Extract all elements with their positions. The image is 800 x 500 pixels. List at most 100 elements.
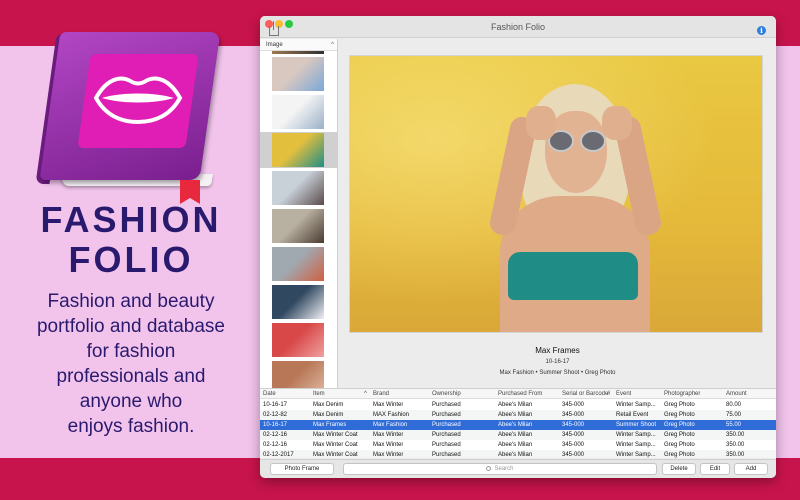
photo-thumbnail[interactable]: [272, 133, 324, 167]
add-button[interactable]: Add: [734, 463, 768, 475]
cell-photographer: Greg Photo: [664, 432, 695, 438]
thumbnail-row[interactable]: [260, 94, 337, 130]
photo-frame-button[interactable]: Photo Frame: [270, 463, 334, 475]
cell-item: Max Winter Coat: [313, 452, 358, 458]
cell-ownership: Purchased: [432, 432, 461, 438]
bottom-toolbar: Photo Frame Search Delete Edit Add: [260, 459, 776, 478]
cell-date: 10-16-17: [263, 402, 288, 408]
column-header-amount[interactable]: Amount: [726, 389, 747, 399]
cell-date: 02-12-82: [263, 412, 288, 418]
image-sidebar[interactable]: Image ^: [260, 39, 338, 407]
items-table[interactable]: Date Item ^ Brand Ownership Purchased Fr…: [260, 388, 776, 458]
promo-title-line: FOLIO: [68, 239, 194, 280]
cell-photographer: Greg Photo: [664, 442, 695, 448]
cell-brand: Max Fashion: [373, 422, 408, 428]
cell-photographer: Greg Photo: [664, 402, 695, 408]
cell-item: Max Winter Coat: [313, 432, 358, 438]
promo-title: FASHION FOLIO: [0, 200, 262, 280]
thumbnail-row[interactable]: [260, 170, 337, 206]
share-icon[interactable]: [269, 21, 279, 36]
cell-amount: 75.00: [726, 412, 742, 418]
title-bar[interactable]: Fashion Folio i: [260, 16, 776, 38]
table-row[interactable]: 10-16-17 Max Denim Max Winter Purchased Abee…: [260, 400, 776, 410]
cell-purchased-from: Abee's Milan: [498, 422, 533, 428]
edit-button[interactable]: Edit: [700, 463, 730, 475]
cell-purchased-from: Abee's Milan: [498, 402, 533, 408]
column-header-item[interactable]: Item: [313, 389, 325, 399]
photo-detail-area: Max Frames 10-16-17 Max Fashion • Summer…: [339, 39, 776, 407]
cell-serial: 345-000: [562, 422, 585, 428]
photo-thumbnail[interactable]: [272, 285, 324, 319]
cell-brand: Max Winter: [373, 452, 404, 458]
app-window: Fashion Folio i Image ^ Max Frames 10-16…: [260, 16, 776, 478]
photo-caption-date: 10-16-17: [545, 359, 570, 365]
thumbnail-row[interactable]: [260, 208, 337, 244]
photo-thumbnail[interactable]: [272, 209, 324, 243]
thumbnail-row[interactable]: [260, 284, 337, 320]
cell-photographer: Greg Photo: [664, 412, 695, 418]
cell-serial: 345-000: [562, 412, 585, 418]
sort-ascending-icon[interactable]: ^: [331, 39, 334, 51]
photo-thumbnail[interactable]: [272, 247, 324, 281]
cell-date: 02-12-2017: [263, 452, 294, 458]
cell-serial: 345-000: [562, 452, 585, 458]
cell-date: 02-12-16: [263, 442, 288, 448]
column-header-event[interactable]: Event: [616, 389, 631, 399]
cell-brand: MAX Fashion: [373, 412, 410, 418]
photo-thumbnail[interactable]: [272, 171, 324, 205]
thumbnail-row[interactable]: [260, 132, 337, 168]
partial-thumbnail[interactable]: [272, 51, 324, 54]
column-header-photographer[interactable]: Photographer: [664, 389, 700, 399]
photo-thumbnail[interactable]: [272, 95, 324, 129]
main-photo[interactable]: [349, 55, 763, 333]
photo-caption-meta: Max Fashion • Summer Shoot • Greg Photo: [499, 370, 616, 376]
cell-ownership: Purchased: [432, 452, 461, 458]
photo-thumbnail[interactable]: [272, 323, 324, 357]
cell-item: Max Winter Coat: [313, 442, 358, 448]
info-icon[interactable]: i: [757, 26, 766, 35]
thumbnail-row[interactable]: [260, 322, 337, 358]
cell-event: Winter Samp...: [616, 432, 656, 438]
table-row[interactable]: 02-12-82 Max Denim MAX Fashion Purchased Abe…: [260, 410, 776, 420]
cell-ownership: Purchased: [432, 412, 461, 418]
cell-photographer: Greg Photo: [664, 422, 695, 428]
search-placeholder: Search: [494, 466, 514, 472]
column-header-serial[interactable]: Serial or Barcode: [562, 389, 608, 399]
promo-tagline: Fashion and beauty portfolio and databas…: [0, 289, 262, 439]
cell-purchased-from: Abee's Milan: [498, 442, 533, 448]
table-row[interactable]: 02-12-2017 Max Winter Coat Max Winter Purch…: [260, 450, 776, 458]
cell-serial: 345-000: [562, 442, 585, 448]
cell-brand: Max Winter: [373, 442, 404, 448]
table-row[interactable]: 02-12-16 Max Winter Coat Max Winter Purchas…: [260, 440, 776, 450]
cell-event: Retail Event: [616, 412, 649, 418]
photo-thumbnail[interactable]: [272, 57, 324, 91]
column-header-purchased-from[interactable]: Purchased From: [498, 389, 542, 399]
column-header-brand[interactable]: Brand: [373, 389, 389, 399]
table-row[interactable]: 10-16-17 Max Frames Max Fashion Purchased Ab…: [260, 420, 776, 430]
thumbnail-row[interactable]: [260, 246, 337, 282]
cell-purchased-from: Abee's Milan: [498, 452, 533, 458]
cell-date: 02-12-16: [263, 432, 288, 438]
column-header-number[interactable]: #: [607, 389, 610, 399]
sidebar-header-label: Image: [266, 42, 283, 48]
cell-event: Winter Samp...: [616, 402, 656, 408]
cell-ownership: Purchased: [432, 422, 461, 428]
search-field[interactable]: Search: [343, 463, 657, 475]
window-title: Fashion Folio: [490, 22, 546, 32]
sidebar-header[interactable]: Image ^: [260, 39, 337, 51]
thumbnail-row[interactable]: [260, 56, 337, 92]
cell-event: Summer Shoot: [616, 422, 657, 428]
cell-item: Max Denim: [313, 402, 344, 408]
cell-photographer: Greg Photo: [664, 452, 695, 458]
tagline-line: for fashion: [86, 341, 176, 362]
column-header-date[interactable]: Date: [263, 389, 276, 399]
tagline-line: Fashion and beauty: [47, 291, 215, 312]
table-row[interactable]: 02-12-16 Max Winter Coat Max Winter Purchas…: [260, 430, 776, 440]
sort-ascending-icon[interactable]: ^: [364, 389, 367, 399]
column-header-ownership[interactable]: Ownership: [432, 389, 461, 399]
cell-brand: Max Winter: [373, 402, 404, 408]
lips-icon: [93, 76, 183, 125]
delete-button[interactable]: Delete: [662, 463, 696, 475]
tagline-line: professionals and: [56, 366, 206, 387]
tagline-line: portfolio and database: [36, 316, 226, 337]
